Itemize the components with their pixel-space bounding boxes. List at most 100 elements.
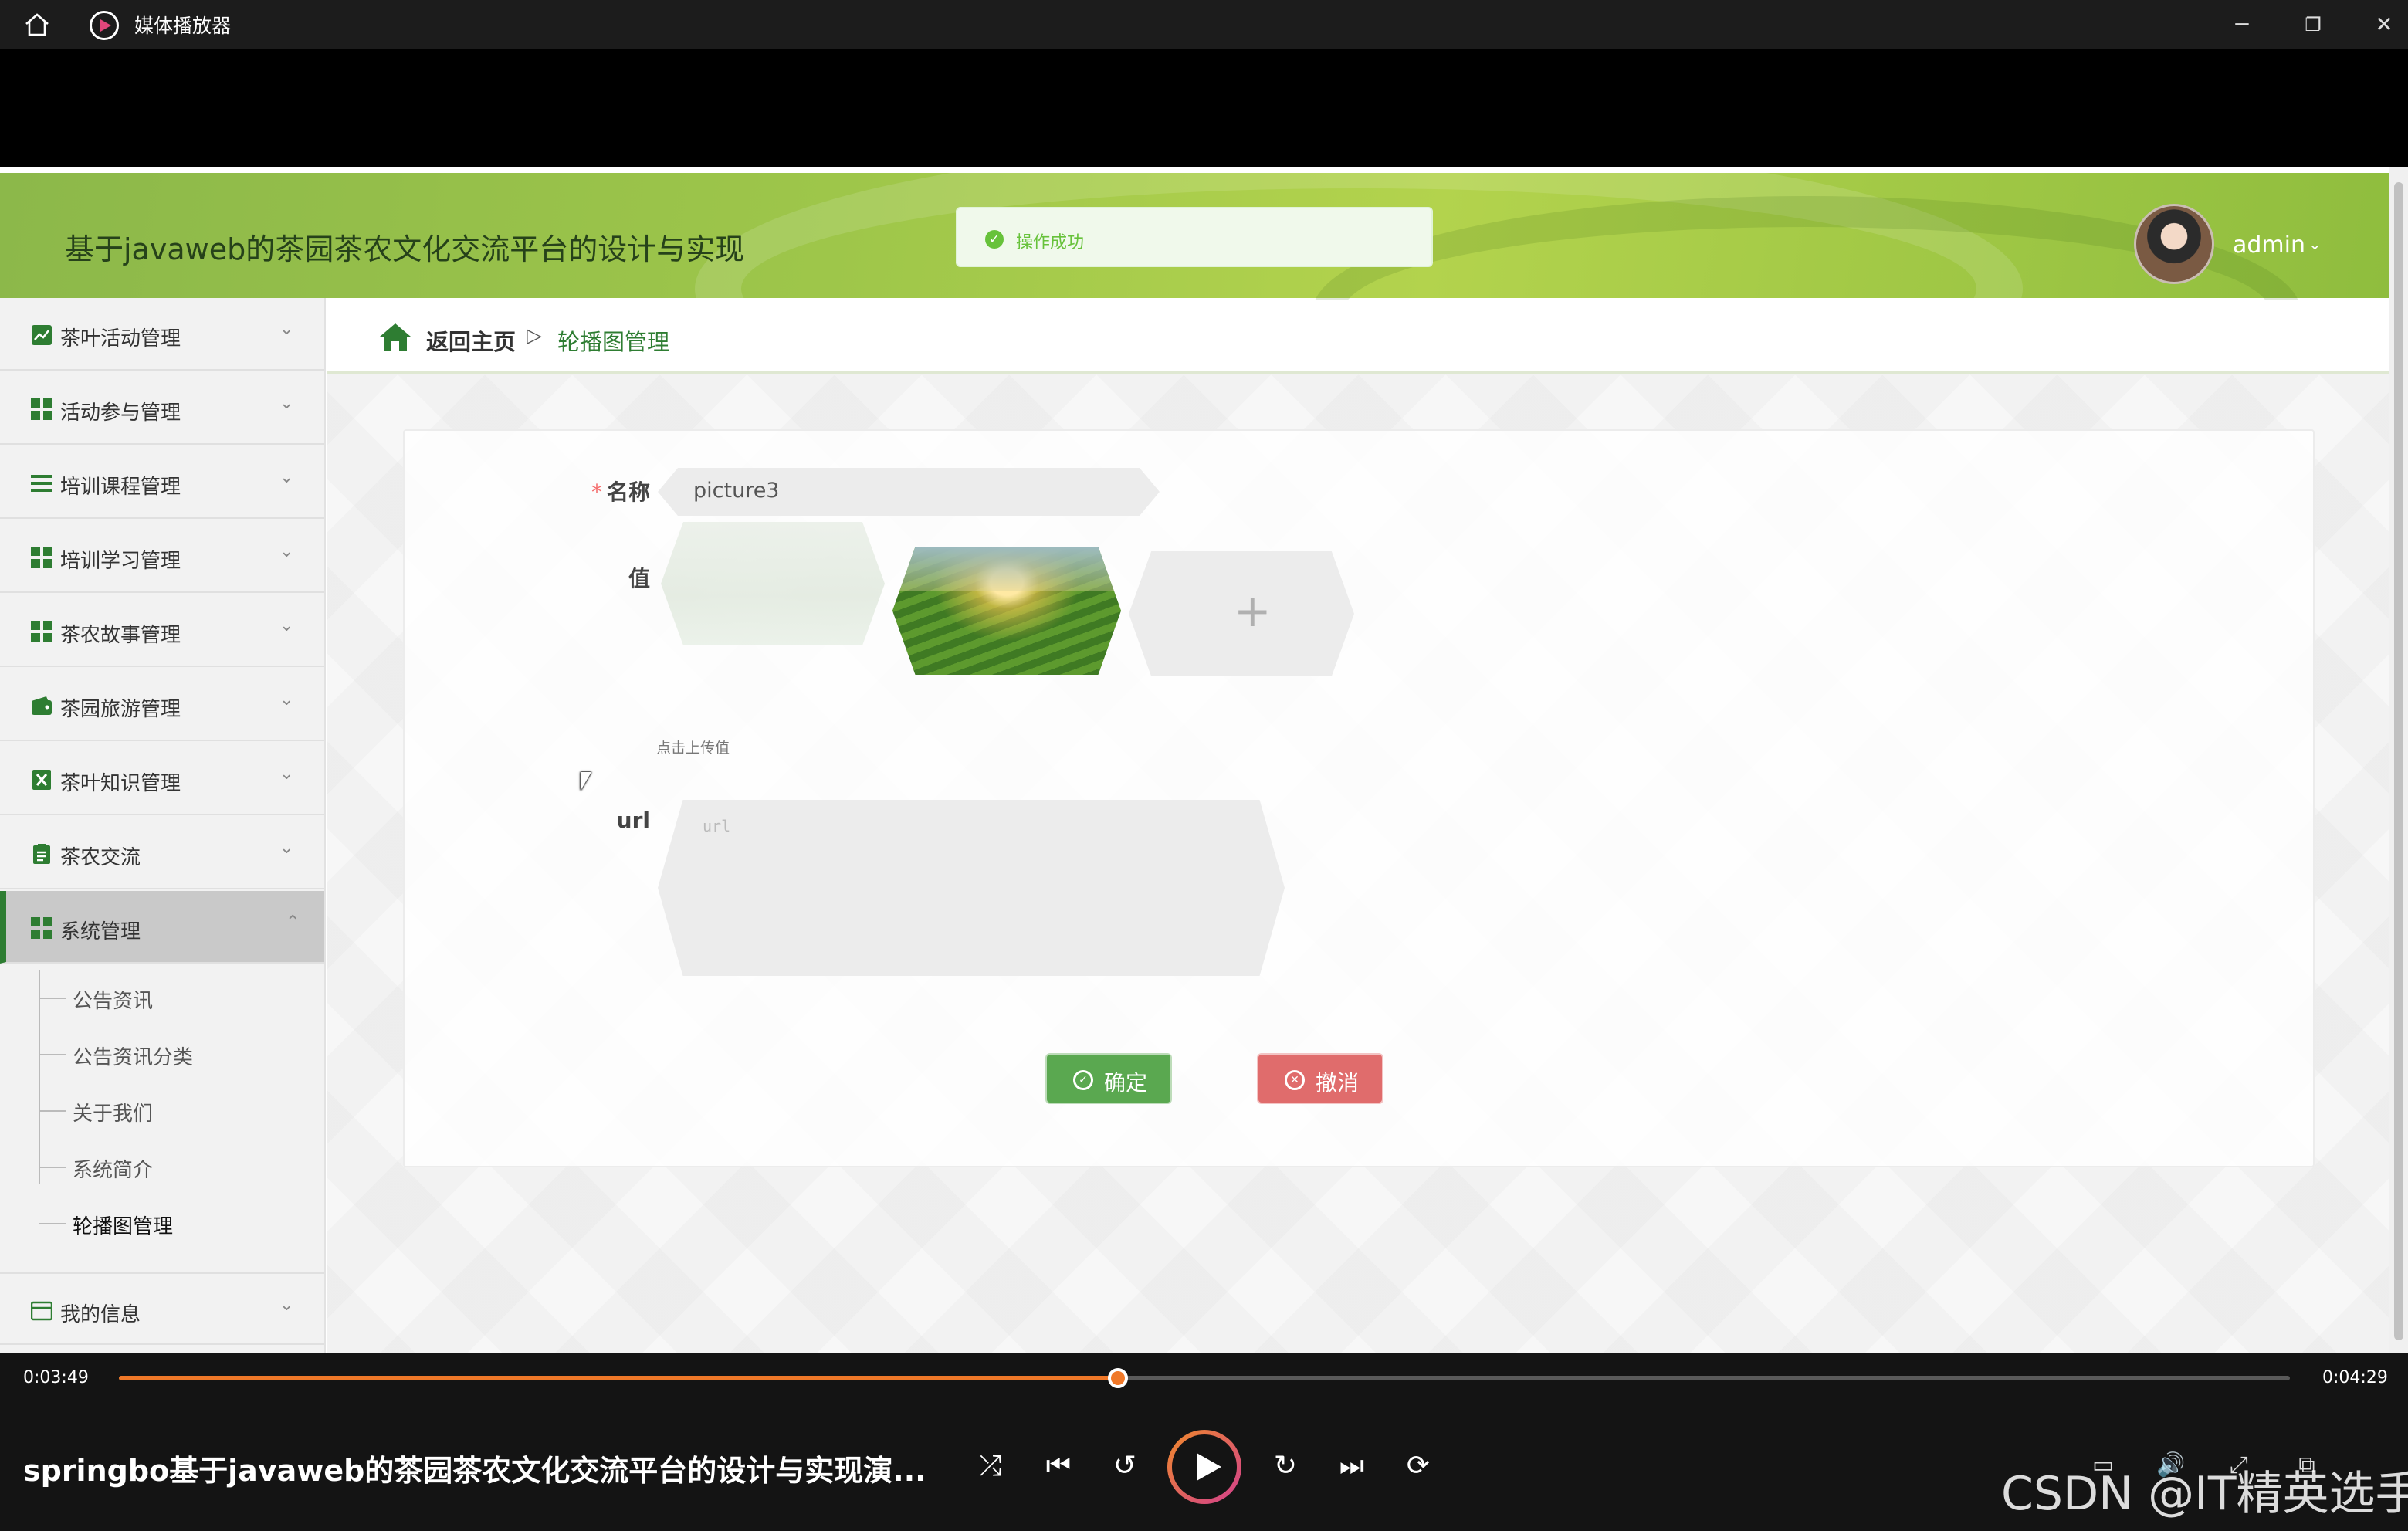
check-circle-icon: ✓ xyxy=(1073,1070,1093,1090)
chevron-down-icon: ⌄ xyxy=(279,542,294,561)
sidebar-item-training-study[interactable]: 培训学习管理 ⌄ xyxy=(0,520,324,593)
sidebar-item-label: 培训课程管理 xyxy=(60,476,181,499)
chevron-down-icon: ⌄ xyxy=(279,764,294,784)
sidebar-item-label: 茶叶活动管理 xyxy=(60,327,181,351)
url-placeholder: url xyxy=(703,817,731,835)
seek-bar-handle[interactable] xyxy=(1107,1368,1128,1388)
player-controls: 0:03:49 0:04:29 springbo基于javaweb的茶园茶农文化… xyxy=(0,1353,2408,1531)
name-input-value: picture3 xyxy=(693,479,780,503)
carousel-edit-form: * 名称 picture3 值 + 点击上传值 url url ✓ 确定 ✕ 撤消 xyxy=(403,429,2315,1167)
home-icon[interactable] xyxy=(378,321,412,352)
wallet-icon xyxy=(32,696,52,715)
excel-icon xyxy=(32,770,51,790)
toast-message: 操作成功 xyxy=(1016,233,1085,252)
submenu-item-label: 系统简介 xyxy=(73,1159,154,1182)
breadcrumb-current: 轮播图管理 xyxy=(557,329,670,355)
sidebar-item-training-course[interactable]: 培训课程管理 ⌄ xyxy=(0,446,324,519)
restore-button[interactable]: ❐ xyxy=(2290,6,2336,43)
media-title: springbo基于javaweb的茶园茶农文化交流平台的设计与实现演... xyxy=(23,1454,926,1488)
submenu-item-label: 公告资讯 xyxy=(73,990,154,1013)
sidebar-item-farmer-exchange[interactable]: 茶农交流 ⌄ xyxy=(0,817,324,889)
seek-bar-progress xyxy=(119,1376,1118,1380)
grid-icon xyxy=(31,917,52,939)
breadcrumb: 返回主页 ▷ 轮播图管理 xyxy=(327,300,2389,374)
sidebar-item-label: 茶叶知识管理 xyxy=(60,772,181,795)
username[interactable]: admin xyxy=(2233,232,2305,259)
sidebar-item-label: 茶园旅游管理 xyxy=(60,698,181,721)
url-textarea[interactable]: url xyxy=(658,800,1285,976)
sidebar-item-tea-knowledge[interactable]: 茶叶知识管理 ⌄ xyxy=(0,743,324,815)
rewind-10-icon[interactable]: ↺ xyxy=(1106,1447,1144,1485)
next-icon[interactable]: ⏭ xyxy=(1333,1447,1371,1485)
confirm-button-label: 确定 xyxy=(1104,1070,1148,1096)
sidebar-item-label: 我的信息 xyxy=(60,1303,141,1326)
chevron-down-icon: ⌄ xyxy=(279,616,294,635)
sidebar-item-label: 茶农交流 xyxy=(60,846,141,869)
plus-icon[interactable]: + xyxy=(1234,588,1272,633)
sidebar-item-system-management[interactable]: 系统管理 ⌃ xyxy=(0,891,324,964)
window-titlebar: 媒体播放器 ─ ❐ ✕ xyxy=(0,0,2408,49)
seek-bar[interactable] xyxy=(119,1368,2290,1388)
sidebar-item-activity-participation[interactable]: 活动参与管理 ⌄ xyxy=(0,372,324,445)
page-scrollbar-thumb[interactable] xyxy=(2394,182,2403,1340)
sidebar-item-tea-tourism[interactable]: 茶园旅游管理 ⌄ xyxy=(0,669,324,741)
home-icon[interactable] xyxy=(23,11,51,39)
avatar[interactable] xyxy=(2134,204,2214,284)
clipboard-icon xyxy=(33,844,50,864)
chevron-up-icon: ⌃ xyxy=(286,913,300,932)
submenu-item-system-intro[interactable]: 系统简介 xyxy=(39,1154,275,1193)
mouse-cursor xyxy=(581,772,591,791)
submenu-item-carousel-management[interactable]: 轮播图管理 xyxy=(39,1211,275,1249)
repeat-icon[interactable]: ⟳ xyxy=(1399,1447,1438,1485)
grid-icon xyxy=(31,621,52,642)
grid-icon xyxy=(31,547,52,568)
video-frame-page: 基于javaweb的茶园茶农文化交流平台的设计与实现 ✓ 操作成功 admin … xyxy=(0,167,2408,1353)
close-circle-icon: ✕ xyxy=(1285,1070,1305,1090)
previous-icon[interactable]: ⏮ xyxy=(1039,1447,1078,1485)
grid-icon xyxy=(31,398,52,420)
uploaded-image-thumbnail[interactable] xyxy=(892,547,1121,675)
breadcrumb-separator: ▷ xyxy=(527,324,542,347)
submenu-item-label: 公告资讯分类 xyxy=(73,1046,194,1069)
name-input[interactable]: picture3 xyxy=(658,468,1160,516)
sidebar: 茶叶活动管理 ⌄ 活动参与管理 ⌄ 培训课程管理 ⌄ 培训学习管理 ⌄ 茶农故事… xyxy=(0,298,326,1353)
forward-30-icon[interactable]: ↻ xyxy=(1266,1447,1305,1485)
close-button[interactable]: ✕ xyxy=(2361,6,2407,43)
watermark: CSDN @IT精英选手 xyxy=(2001,1467,2408,1521)
uploaded-image-thumbnail-faded[interactable] xyxy=(661,522,885,645)
play-button[interactable] xyxy=(1167,1430,1241,1504)
submenu-item-announcements[interactable]: 公告资讯 xyxy=(39,985,275,1024)
submenu-item-label: 轮播图管理 xyxy=(73,1215,174,1238)
site-title: 基于javaweb的茶园茶农文化交流平台的设计与实现 xyxy=(65,232,745,266)
submenu-tree-line xyxy=(39,970,40,1184)
success-toast: ✓ 操作成功 xyxy=(956,207,1433,267)
submenu-item-about-us[interactable]: 关于我们 xyxy=(39,1098,275,1136)
upload-hint: 点击上传值 xyxy=(656,740,730,757)
sidebar-item-label: 活动参与管理 xyxy=(60,401,181,425)
sidebar-item-label: 茶农故事管理 xyxy=(60,624,181,647)
url-label: url xyxy=(616,808,650,833)
media-player-app-icon xyxy=(90,11,119,40)
window-title: 媒体播放器 xyxy=(134,15,232,37)
chevron-down-icon[interactable]: ⌄ xyxy=(2308,235,2322,253)
value-label: 值 xyxy=(628,566,650,591)
main-content: * 名称 picture3 值 + 点击上传值 url url ✓ 确定 ✕ 撤消 xyxy=(327,374,2389,1353)
total-time: 0:04:29 xyxy=(2322,1368,2388,1387)
shuffle-icon[interactable]: ⤮ xyxy=(971,1447,1010,1485)
sidebar-item-tea-activity[interactable]: 茶叶活动管理 ⌄ xyxy=(0,298,324,371)
chevron-down-icon: ⌄ xyxy=(279,320,294,339)
minimize-button[interactable]: ─ xyxy=(2219,6,2265,43)
sidebar-item-label: 系统管理 xyxy=(60,920,141,943)
submenu-item-announcement-categories[interactable]: 公告资讯分类 xyxy=(39,1042,275,1080)
chevron-down-icon: ⌄ xyxy=(279,468,294,487)
list-icon xyxy=(31,473,52,494)
name-label-text: 名称 xyxy=(606,479,650,505)
chart-icon xyxy=(32,325,52,345)
cancel-button[interactable]: ✕ 撤消 xyxy=(1257,1053,1383,1104)
site-header: 基于javaweb的茶园茶农文化交流平台的设计与实现 ✓ 操作成功 admin … xyxy=(0,167,2389,435)
sidebar-item-my-info[interactable]: 我的信息 ⌄ xyxy=(0,1272,324,1345)
cancel-button-label: 撤消 xyxy=(1316,1070,1360,1096)
confirm-button[interactable]: ✓ 确定 xyxy=(1045,1053,1172,1104)
breadcrumb-home-link[interactable]: 返回主页 xyxy=(426,324,516,357)
sidebar-item-farmer-story[interactable]: 茶农故事管理 ⌄ xyxy=(0,594,324,667)
